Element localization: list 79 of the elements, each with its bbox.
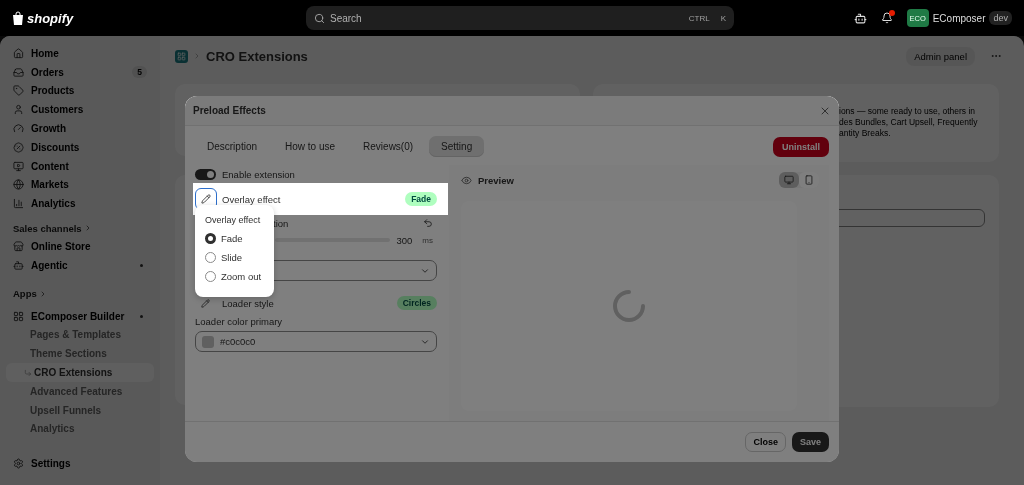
pencil-icon [201,194,211,204]
sidebar-item[interactable]: Products [6,81,154,101]
modal-title: Preload Effects [193,105,266,116]
gear-icon [13,458,24,470]
pencil-icon[interactable] [201,298,210,308]
logo-text: shopify [27,10,74,26]
sidebar-item[interactable]: Customers [6,100,154,120]
sidebar-item[interactable]: EComposer Builder [6,306,154,326]
monitor-icon [13,160,24,172]
grid-icon [13,310,24,322]
store-icon [13,241,24,253]
sidebar-item[interactable]: Analytics [6,194,154,214]
section-heading[interactable]: Sales channels [6,219,154,238]
preview-label: Preview [478,174,514,186]
undo-icon[interactable] [423,218,433,228]
sidebar-item[interactable]: Growth [6,119,154,138]
admin-panel-button[interactable]: Admin panel [906,46,975,66]
radio-option[interactable]: Fade [205,231,264,246]
eye-icon [461,174,472,186]
search-icon [314,12,325,24]
bot-icon [853,11,867,25]
home-icon [13,47,24,59]
section-heading[interactable]: Apps [6,284,154,303]
sidebar-item[interactable]: Online Store [6,237,154,256]
notification-bell-icon[interactable] [880,12,893,24]
slider-value: 300 [396,234,413,246]
bot-icon [13,259,24,271]
sidebar-item[interactable]: Settings [6,454,154,473]
unit-label: ms [422,235,433,245]
color-field[interactable]: #c0c0c0 [195,331,437,352]
popover-title: Overlay effect [205,215,262,225]
desktop-icon[interactable] [779,172,799,188]
tab[interactable]: Setting [429,136,485,157]
inbox-icon [13,66,24,78]
intro-text: ions — some ready to use, others in des Bundles, Cart Upsell, Frequently antity Breaks. [839,106,979,139]
shopping-bag-icon [12,11,24,25]
setting-label: tion [273,217,289,229]
person-icon [13,104,24,116]
uninstall-button[interactable]: Uninstall [773,136,829,157]
setting-label: Overlay effect [222,193,281,205]
tab[interactable]: Reviews(0) [351,136,426,157]
mobile-icon[interactable] [799,172,819,188]
value-badge: Circles [396,296,437,310]
sidebar-item[interactable]: Home [6,44,154,63]
page-title: CRO Extensions [206,48,308,64]
radio-option[interactable]: Zoom out [205,269,264,284]
app-icon [175,49,188,63]
toggle-switch[interactable] [195,168,216,180]
shortcut-key: CTRL [688,13,710,23]
sidebar-item[interactable]: Markets [6,175,154,195]
close-button[interactable]: Close [745,432,786,452]
spinner-icon [612,289,646,323]
sidebar-item[interactable]: Orders 5 [6,62,154,82]
setting-label: Loader style [222,297,274,309]
count-badge: 5 [132,66,147,79]
sidebar-subitem[interactable]: CRO Extensions [6,363,154,382]
tag-icon [13,85,24,97]
globe-icon [13,179,24,191]
value-badge: Fade [405,192,437,206]
sidebar-item[interactable]: Content [6,156,154,176]
search-field[interactable]: Search CTRL K [306,6,734,30]
radio-button[interactable] [205,233,216,244]
store-name: EComposer [932,12,986,24]
store-badge: dev [989,11,1012,25]
sidebar-item[interactable]: Discounts [6,138,154,157]
percent-badge-icon [13,141,24,153]
tree-arrow-icon [24,368,32,377]
search-placeholder: Search [330,12,362,24]
toggle-label: Enable extension [222,168,295,180]
radio-option[interactable]: Slide [205,250,264,265]
chevron-right-icon [193,52,201,60]
bar-chart-icon [13,198,24,210]
sidebar-item[interactable]: Agentic [6,255,154,275]
shortcut-key: K [720,13,726,23]
field-label: Loader color primary [195,316,284,327]
tab[interactable]: How to use [273,136,348,157]
gauge-icon [13,123,24,135]
save-button[interactable]: Save [791,432,829,452]
tab[interactable]: Description [195,136,270,157]
